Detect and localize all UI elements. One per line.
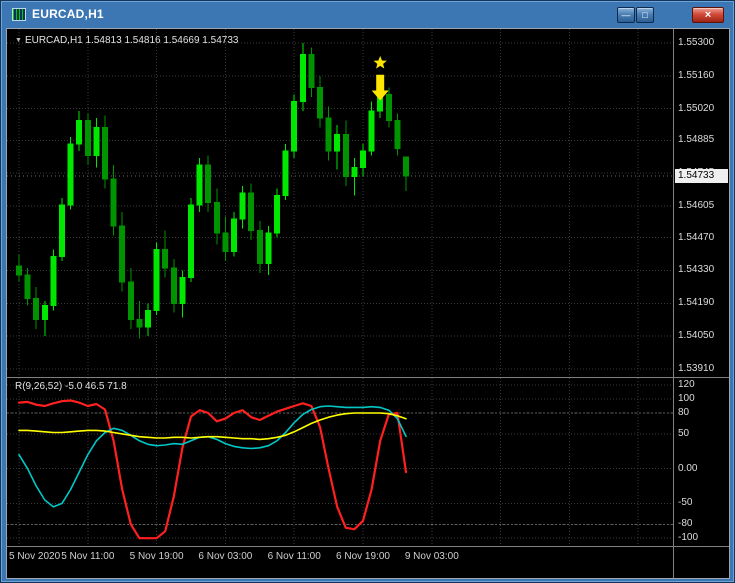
time-axis-label: 5 Nov 19:00 xyxy=(129,551,184,562)
candle-body xyxy=(403,156,409,177)
time-axis-label: 6 Nov 11:00 xyxy=(267,551,321,562)
price-axis-label: 1.55300 xyxy=(678,37,715,48)
candle-body xyxy=(368,110,375,152)
time-axis-label: 5 Nov 2020 xyxy=(9,551,61,562)
candle-body xyxy=(231,218,237,253)
indicator-legend: R(9,26,52) -5.0 46.5 71.8 xyxy=(15,381,127,392)
indicator-grid xyxy=(7,378,673,546)
candle-body xyxy=(153,248,160,311)
candle-body xyxy=(24,274,31,300)
chart-area[interactable]: ▼ EURCAD,H1 1.54813 1.54816 1.54669 1.547… xyxy=(6,28,730,579)
indicator-axis-label: 120 xyxy=(678,379,695,391)
main-grid xyxy=(7,29,673,377)
time-axis-label: 9 Nov 03:00 xyxy=(404,551,459,562)
price-axis-label: 1.55160 xyxy=(678,69,715,81)
legend-ohlc: 1.54813 1.54816 1.54669 1.54733 xyxy=(85,35,239,46)
candle-body xyxy=(256,230,263,264)
indicator-axis-label: 80 xyxy=(678,407,690,418)
candle-body xyxy=(317,87,323,119)
candle-body xyxy=(102,126,108,180)
candle-body xyxy=(394,119,401,150)
time-axis[interactable]: 5 Nov 2020 5 Nov 11:00 5 Nov 19:00 6 Nov 03… xyxy=(7,547,673,567)
candle-body xyxy=(325,117,332,152)
price-axis[interactable]: 1.553001.551601.550201.548851.547451.546… xyxy=(674,29,729,578)
candle-body xyxy=(222,232,229,253)
price-axis-label: 1.54885 xyxy=(678,134,715,146)
window-title: EURCAD,H1 xyxy=(32,7,104,21)
candle-body xyxy=(299,54,306,103)
price-axis-label: 1.55020 xyxy=(678,102,715,114)
indicator-axis-label: 0.00 xyxy=(678,462,698,474)
candle-body xyxy=(145,309,151,328)
candle-body xyxy=(67,143,74,206)
candle-body xyxy=(342,133,349,178)
indicator-axis-label: 100 xyxy=(678,393,695,405)
star-marker-icon xyxy=(373,55,387,69)
chart-legend: ▼ EURCAD,H1 1.54813 1.54816 1.54669 1.547… xyxy=(15,35,238,46)
chart-window: EURCAD,H1 — □ × ▼ EURCAD,H1 1.54813 1.548… xyxy=(0,0,735,583)
r-line-red xyxy=(17,399,408,540)
time-axis-label: 6 Nov 03:00 xyxy=(198,551,253,562)
candle-body xyxy=(248,192,255,232)
candle-body xyxy=(196,164,203,206)
candle-body xyxy=(213,201,220,234)
candle-body xyxy=(110,178,117,227)
candle-body xyxy=(93,126,100,157)
chart-icon xyxy=(12,8,26,21)
candle-body xyxy=(351,166,358,178)
candle-body xyxy=(385,94,392,121)
candlesticks xyxy=(16,43,409,339)
candle-body xyxy=(188,204,194,279)
candle-body xyxy=(308,54,315,89)
candle-body xyxy=(59,204,65,257)
indicator-axis-label: 50 xyxy=(678,427,690,439)
price-axis-label: 1.54470 xyxy=(678,231,715,243)
time-axis-label: 6 Nov 19:00 xyxy=(336,551,390,562)
candle-body xyxy=(136,319,143,328)
candle-body xyxy=(170,267,177,304)
price-axis-label: 1.54605 xyxy=(678,200,715,211)
window-titlebar[interactable]: EURCAD,H1 — □ × xyxy=(4,3,731,25)
minimize-button[interactable]: — xyxy=(617,7,635,23)
indicator-axis-label: -50 xyxy=(678,497,693,509)
indicator-axis-label: -80 xyxy=(678,518,693,530)
candle-body xyxy=(265,232,272,264)
time-axis-label: 5 Nov 11:00 xyxy=(61,551,115,562)
price-axis-label: 1.54330 xyxy=(678,264,715,276)
indicator-pane[interactable] xyxy=(7,378,673,546)
current-price-tag: 1.54733 xyxy=(675,168,728,183)
price-axis-label: 1.54190 xyxy=(678,297,715,309)
candle-body xyxy=(84,119,91,157)
indicator-axis-label: -100 xyxy=(678,532,699,544)
legend-symbol: EURCAD,H1 xyxy=(24,35,83,46)
candle-body xyxy=(205,164,212,203)
r-line-cyan xyxy=(18,405,407,508)
candle-body xyxy=(50,255,57,307)
close-button[interactable]: × xyxy=(692,7,724,23)
candle-body xyxy=(334,133,341,152)
candle-body xyxy=(76,119,83,145)
triangle-marker-icon: ▼ xyxy=(15,37,22,44)
candle-body xyxy=(162,248,169,269)
candle-body xyxy=(282,150,289,196)
candle-body xyxy=(127,281,134,321)
candle-body xyxy=(360,150,366,168)
candle-body xyxy=(239,192,246,220)
price-axis-label: 1.54050 xyxy=(678,330,715,342)
candle-body xyxy=(274,194,280,234)
candle-body xyxy=(291,101,298,152)
price-axis-label: 1.53910 xyxy=(678,363,715,374)
candle-body xyxy=(33,298,40,321)
price-pane[interactable] xyxy=(7,29,673,377)
candle-body xyxy=(179,277,186,304)
candle-body xyxy=(41,305,48,321)
candle-body xyxy=(119,225,126,283)
candle-body xyxy=(16,265,22,276)
maximize-button[interactable]: □ xyxy=(636,7,654,23)
